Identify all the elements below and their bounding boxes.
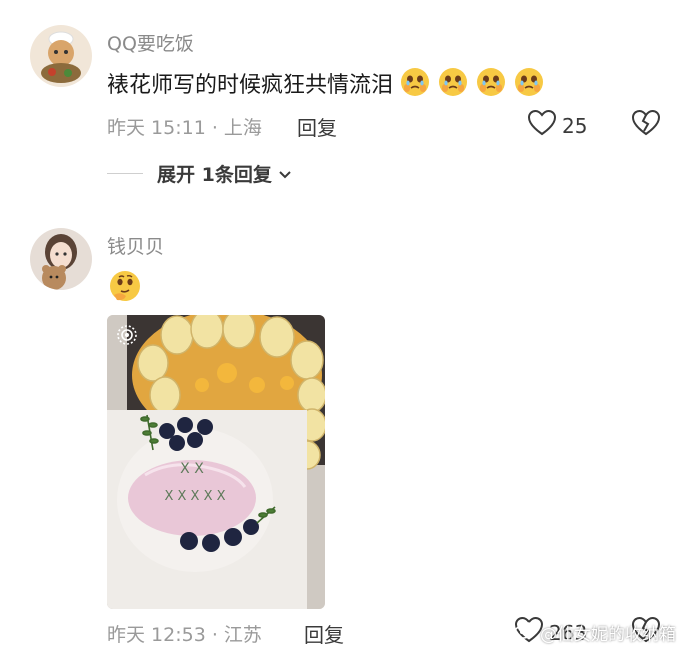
like-button[interactable]: 25: [527, 109, 588, 141]
expand-replies-button[interactable]: 展开 1条回复: [107, 160, 292, 187]
comment-text: 裱花师写的时候疯狂共情流泪: [107, 66, 545, 99]
avatar[interactable]: [30, 228, 92, 290]
svg-text:X X X X X: X X X X X: [164, 489, 225, 504]
comment-time-location: 昨天 12:53 · 江苏: [107, 624, 262, 646]
heart-icon: [527, 109, 557, 141]
like-count: 25: [562, 113, 588, 138]
dislike-button[interactable]: [631, 109, 661, 140]
comment-text-body: 裱花师写的时候疯狂共情流泪: [107, 73, 394, 98]
reply-button[interactable]: 回复: [297, 112, 337, 141]
crying-face-icon: [437, 66, 469, 98]
crying-face-icon: [399, 66, 431, 98]
thinking-face-icon: [107, 271, 143, 310]
crying-face-icon: [475, 66, 507, 98]
comment-emoji: [107, 268, 143, 310]
svg-text:X X: X X: [180, 461, 204, 477]
weibo-icon: [514, 621, 536, 644]
username[interactable]: QQ要吃饭: [107, 29, 194, 56]
attached-photo[interactable]: X X X X X X X: [107, 315, 325, 609]
watermark: @仙女妮的收纳箱: [514, 620, 676, 645]
reply-button[interactable]: 回复: [304, 619, 344, 648]
avatar[interactable]: [30, 25, 92, 87]
expand-replies-label: 展开 1条回复: [157, 164, 272, 186]
crying-face-icon: [513, 66, 545, 98]
username[interactable]: 钱贝贝: [107, 232, 164, 259]
divider-line: [107, 173, 143, 174]
broken-heart-icon: [631, 109, 661, 136]
chevron-down-icon: [278, 163, 292, 185]
watermark-text: @仙女妮的收纳箱: [540, 625, 676, 645]
comment-time-location: 昨天 15:11 · 上海: [107, 117, 262, 139]
